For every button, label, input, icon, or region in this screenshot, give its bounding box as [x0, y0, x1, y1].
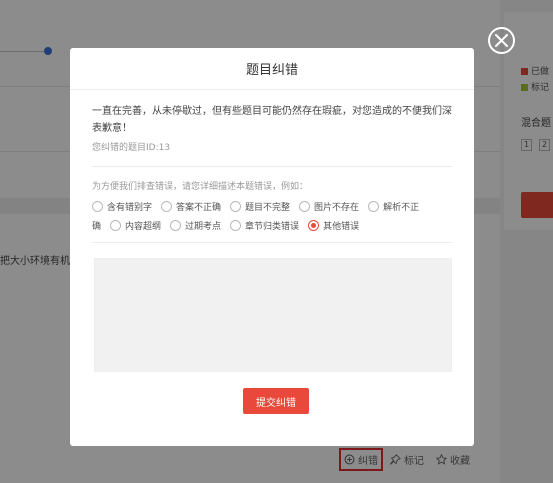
- option-typo[interactable]: 含有错别字: [92, 200, 152, 213]
- divider: [92, 242, 452, 243]
- dialog-title: 题目纠错: [245, 63, 298, 78]
- close-button[interactable]: [488, 27, 515, 54]
- radio-button[interactable]: [230, 201, 242, 212]
- radio-button-selected[interactable]: [308, 220, 320, 231]
- option-label: 章节归类错误: [245, 222, 300, 232]
- radio-button[interactable]: [92, 201, 103, 212]
- error-description-textarea[interactable]: [94, 258, 452, 372]
- option-wrong-chapter[interactable]: 章节归类错误: [230, 219, 299, 232]
- option-label: 内容超纲: [125, 222, 162, 232]
- option-label-continuation: 确: [92, 222, 102, 232]
- option-incomplete[interactable]: 题目不完整: [230, 200, 290, 213]
- error-type-options: 含有错别字 答案不正确 题目不完整 图片不存在 解析不正 确 内容超纲 过期考点…: [92, 197, 454, 235]
- question-id-text: 您纠错的题目ID:13: [92, 143, 171, 153]
- option-label: 过期考点: [185, 222, 222, 232]
- option-other[interactable]: 其他错误: [308, 219, 359, 232]
- option-wrong-answer[interactable]: 答案不正确: [161, 200, 221, 213]
- options-row: 含有错别字 答案不正确 题目不完整 图片不存在 解析不正: [92, 197, 454, 216]
- radio-button[interactable]: [110, 220, 122, 231]
- option-outdated[interactable]: 过期考点: [170, 219, 221, 232]
- option-label: 题目不完整: [245, 203, 291, 213]
- option-wrong-analysis[interactable]: 解析不正: [368, 200, 419, 213]
- apology-text: 一直在完善，从未停歇过，但有些题目可能仍然存在瑕疵，对您造成的不便我们深表歉意！: [92, 106, 452, 134]
- radio-button[interactable]: [170, 220, 182, 231]
- submit-correction-button[interactable]: 提交纠错: [243, 388, 309, 414]
- close-icon: [495, 34, 508, 47]
- radio-button[interactable]: [368, 201, 380, 212]
- option-out-of-scope[interactable]: 内容超纲: [110, 219, 161, 232]
- options-row: 确 内容超纲 过期考点 章节归类错误 其他错误: [92, 216, 454, 235]
- hint-text: 为方便我们排查错误，请您详细描述本题错误，例如：: [92, 182, 309, 192]
- radio-button[interactable]: [230, 220, 242, 231]
- option-label: 含有错别字: [107, 203, 153, 213]
- divider: [92, 166, 452, 167]
- radio-button[interactable]: [161, 201, 173, 212]
- option-label: 解析不正: [383, 203, 420, 213]
- option-label: 其他错误: [323, 222, 360, 232]
- error-report-dialog: 题目纠错 一直在完善，从未停歇过，但有些题目可能仍然存在瑕疵，对您造成的不便我们…: [70, 48, 474, 446]
- option-label: 答案不正确: [176, 203, 222, 213]
- option-label: 图片不存在: [314, 203, 360, 213]
- radio-button[interactable]: [299, 201, 311, 212]
- option-missing-image[interactable]: 图片不存在: [299, 200, 359, 213]
- dialog-header: 题目纠错: [70, 48, 474, 90]
